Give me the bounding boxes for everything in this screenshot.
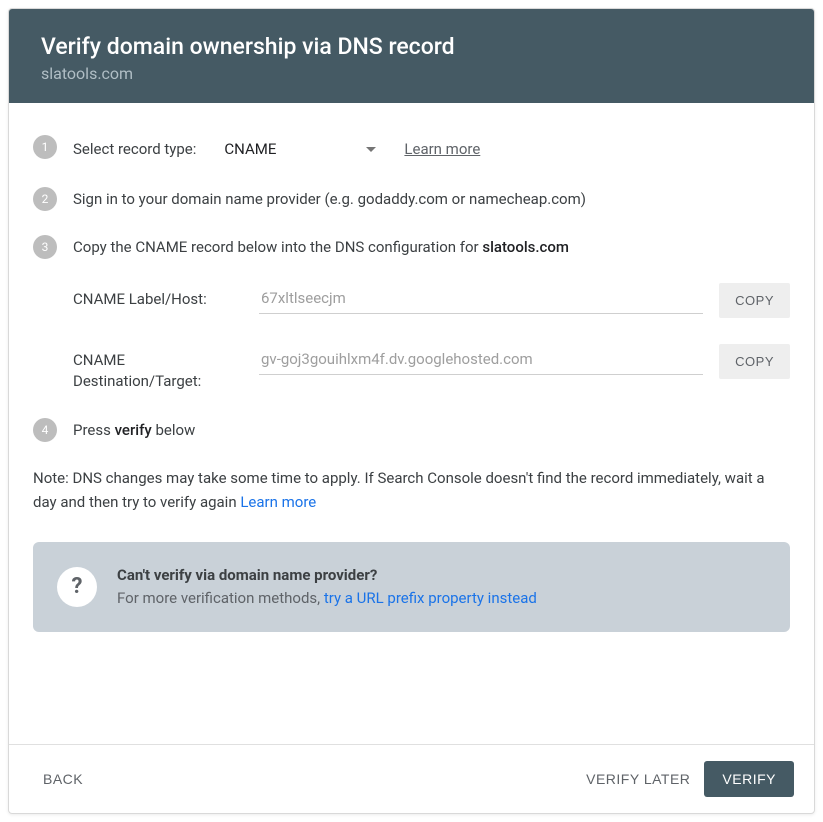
dialog-header: Verify domain ownership via DNS record s…	[9, 9, 814, 103]
cname-fields: CNAME Label/Host: COPY CNAME Destination…	[73, 283, 790, 392]
cname-dest-label: CNAME Destination/Target:	[73, 344, 243, 392]
step-4-text: Press verify below	[73, 418, 790, 442]
dialog-title: Verify domain ownership via DNS record	[41, 33, 782, 60]
verify-dialog: Verify domain ownership via DNS record s…	[8, 8, 815, 814]
verify-later-button[interactable]: VERIFY LATER	[572, 761, 704, 797]
step-number: 2	[33, 187, 57, 211]
dialog-body: 1 Select record type: CNAME Learn more 2…	[9, 103, 814, 744]
chevron-down-icon	[366, 147, 376, 152]
alt-verify-card: ? Can't verify via domain name provider?…	[33, 542, 790, 633]
step-1-label: Select record type:	[73, 138, 196, 161]
record-type-select[interactable]: CNAME	[220, 136, 380, 163]
verify-button[interactable]: VERIFY	[704, 761, 794, 797]
cname-label-host-label: CNAME Label/Host:	[73, 283, 243, 310]
step-3-domain: slatools.com	[482, 238, 569, 256]
dialog-domain: slatools.com	[41, 64, 782, 83]
note-learn-more-link[interactable]: Learn more	[240, 493, 316, 511]
back-button[interactable]: BACK	[29, 761, 97, 797]
step-1: 1 Select record type: CNAME Learn more	[33, 135, 790, 163]
step-number: 1	[33, 135, 57, 159]
copy-label-host-button[interactable]: COPY	[719, 283, 790, 318]
copy-dest-button[interactable]: COPY	[719, 344, 790, 379]
alt-verify-title: Can't verify via domain name provider?	[117, 564, 537, 587]
step-number: 4	[33, 418, 57, 442]
cname-label-host-input[interactable]	[259, 283, 703, 314]
url-prefix-link[interactable]: try a URL prefix property instead	[324, 589, 537, 607]
alt-verify-text: Can't verify via domain name provider? F…	[117, 564, 537, 611]
record-type-value: CNAME	[224, 138, 276, 161]
alt-verify-sub: For more verification methods, try a URL…	[117, 587, 537, 610]
help-icon: ?	[57, 567, 97, 607]
step-number: 3	[33, 235, 57, 259]
step-2: 2 Sign in to your domain name provider (…	[33, 187, 790, 211]
step-3: 3 Copy the CNAME record below into the D…	[33, 235, 790, 259]
step-1-content: Select record type: CNAME Learn more	[73, 135, 790, 163]
cname-dest-row: CNAME Destination/Target: COPY	[73, 344, 790, 392]
step-4: 4 Press verify below	[33, 418, 790, 442]
dns-note: Note: DNS changes may take some time to …	[33, 466, 790, 514]
cname-label-host-row: CNAME Label/Host: COPY	[73, 283, 790, 318]
step-3-text: Copy the CNAME record below into the DNS…	[73, 235, 790, 259]
step-2-text: Sign in to your domain name provider (e.…	[73, 187, 790, 211]
learn-more-link[interactable]: Learn more	[404, 138, 480, 161]
dialog-footer: BACK VERIFY LATER VERIFY	[9, 744, 814, 813]
cname-dest-input[interactable]	[259, 344, 703, 375]
